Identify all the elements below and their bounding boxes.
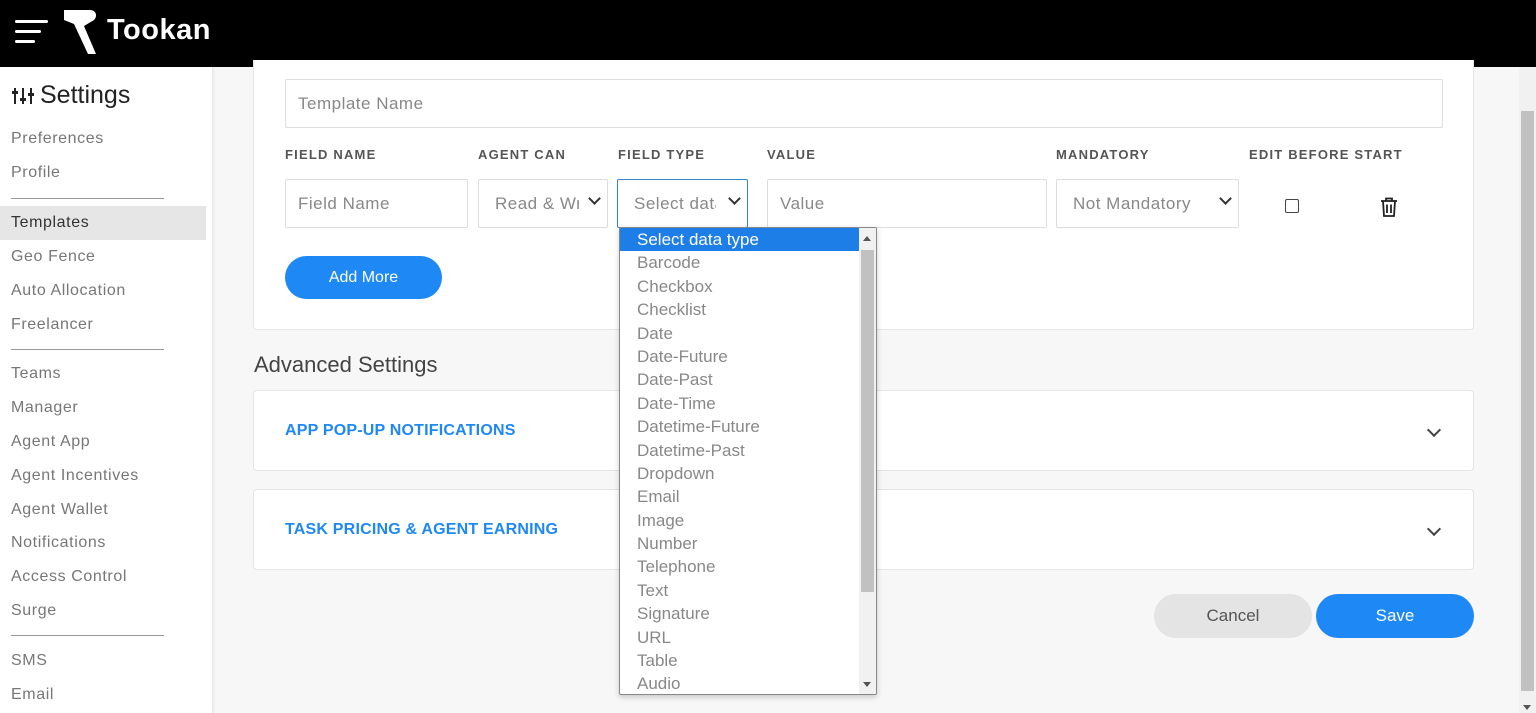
chevron-down-icon: [1219, 192, 1232, 205]
sidebar-divider: [11, 198, 164, 199]
sidebar-title-text: Settings: [40, 81, 131, 109]
sidebar-item-email[interactable]: Email: [0, 678, 206, 712]
sidebar-divider: [11, 349, 164, 350]
sidebar-item-sms[interactable]: SMS: [0, 644, 206, 678]
sidebar-item-templates[interactable]: Templates: [0, 206, 206, 240]
sidebar-item-surge[interactable]: Surge: [0, 594, 206, 628]
chevron-down-icon[interactable]: [1426, 521, 1442, 537]
dropdown-option[interactable]: Signature: [620, 602, 860, 625]
dropdown-option[interactable]: Barcode: [620, 251, 860, 274]
value-input[interactable]: Value: [767, 179, 1047, 228]
section-label: TASK PRICING & AGENT EARNING: [285, 521, 559, 538]
column-header-agent-can: AGENT CAN: [478, 147, 567, 162]
tookan-logo-icon: [64, 10, 97, 54]
dropdown-option[interactable]: Date-Future: [620, 345, 860, 368]
edit-before-start-checkbox[interactable]: [1285, 199, 1299, 213]
dropdown-option[interactable]: Datetime-Past: [620, 439, 860, 462]
dropdown-option[interactable]: Date-Time: [620, 392, 860, 415]
sidebar-item-auto-allocation[interactable]: Auto Allocation: [0, 274, 206, 308]
column-header-mandatory: MANDATORY: [1056, 147, 1150, 162]
chevron-down-icon: [728, 192, 741, 205]
dropdown-scrollbar-thumb[interactable]: [861, 250, 874, 592]
sidebar-item-preferences[interactable]: Preferences: [0, 122, 206, 156]
save-button[interactable]: Save: [1316, 594, 1474, 638]
dropdown-option[interactable]: Dropdown: [620, 462, 860, 485]
sidebar-item-profile[interactable]: Profile: [0, 156, 206, 190]
scroll-down-arrow-icon[interactable]: [863, 682, 871, 687]
sidebar-item-access-control[interactable]: Access Control: [0, 560, 206, 594]
settings-sidebar: Settings Preferences Profile Templates Geo …: [0, 67, 213, 713]
trash-icon[interactable]: [1380, 197, 1398, 217]
column-header-edit-before-start: EDIT BEFORE START: [1249, 147, 1403, 162]
agent-can-value: Read & Write: [495, 193, 579, 213]
dropdown-option[interactable]: Telephone: [620, 555, 860, 578]
dropdown-option[interactable]: Table: [620, 649, 860, 672]
sidebar-item-manager[interactable]: Manager: [0, 391, 206, 425]
top-bar: Tookan: [0, 0, 1536, 67]
dropdown-option[interactable]: URL: [620, 626, 860, 649]
sidebar-item-agent-incentives[interactable]: Agent Incentives: [0, 459, 206, 493]
sliders-icon: [12, 87, 34, 104]
dropdown-option[interactable]: Select data type: [620, 228, 860, 252]
mandatory-value: Not Mandatory: [1073, 193, 1191, 213]
sidebar-title: Settings: [12, 81, 130, 110]
sidebar-item-freelancer[interactable]: Freelancer: [0, 308, 206, 342]
field-type-dropdown-list[interactable]: Select data type Barcode Checkbox Checklist…: [619, 227, 877, 695]
dropdown-option[interactable]: Checkbox: [620, 275, 860, 298]
dropdown-option[interactable]: Checklist: [620, 298, 860, 321]
sidebar-item-teams[interactable]: Teams: [0, 357, 206, 391]
column-header-value: VALUE: [767, 147, 817, 162]
menu-icon[interactable]: [15, 20, 48, 44]
dropdown-option[interactable]: Number: [620, 532, 860, 555]
mandatory-select[interactable]: Not Mandatory: [1056, 179, 1239, 228]
dropdown-option[interactable]: Text: [620, 579, 860, 602]
dropdown-option[interactable]: Date: [620, 322, 860, 345]
sidebar-item-notifications[interactable]: Notifications: [0, 526, 206, 560]
sidebar-item-geo-fence[interactable]: Geo Fence: [0, 240, 206, 274]
brand-name: Tookan: [107, 14, 211, 46]
page-scrollbar[interactable]: [1519, 67, 1536, 713]
field-type-select[interactable]: Select data type: [617, 179, 748, 228]
cancel-button[interactable]: Cancel: [1154, 594, 1312, 638]
dropdown-option[interactable]: Image: [620, 509, 860, 532]
column-header-field-type: FIELD TYPE: [618, 147, 706, 162]
agent-can-select[interactable]: Read & Write: [478, 179, 608, 228]
dropdown-option[interactable]: Datetime-Future: [620, 415, 860, 438]
dropdown-option[interactable]: Email: [620, 485, 860, 508]
dropdown-scrollbar[interactable]: [859, 228, 876, 694]
chevron-down-icon: [588, 192, 601, 205]
sidebar-item-agent-wallet[interactable]: Agent Wallet: [0, 493, 206, 527]
scroll-down-arrow-icon[interactable]: [1523, 705, 1531, 710]
advanced-settings-title: Advanced Settings: [254, 352, 438, 377]
scroll-up-arrow-icon[interactable]: [863, 236, 871, 241]
dropdown-option[interactable]: Audio: [620, 672, 860, 694]
section-label: APP POP-UP NOTIFICATIONS: [285, 422, 516, 439]
template-name-input[interactable]: Template Name: [285, 79, 1443, 128]
scrollbar-thumb[interactable]: [1521, 111, 1534, 691]
sidebar-divider: [11, 635, 164, 636]
chevron-down-icon[interactable]: [1426, 422, 1442, 438]
field-name-input[interactable]: Field Name: [285, 179, 468, 228]
column-header-field-name: FIELD NAME: [285, 147, 377, 162]
field-type-value: Select data type: [634, 193, 716, 213]
dropdown-option[interactable]: Date-Past: [620, 368, 860, 391]
sidebar-item-agent-app[interactable]: Agent App: [0, 425, 206, 459]
add-more-button[interactable]: Add More: [285, 256, 442, 299]
